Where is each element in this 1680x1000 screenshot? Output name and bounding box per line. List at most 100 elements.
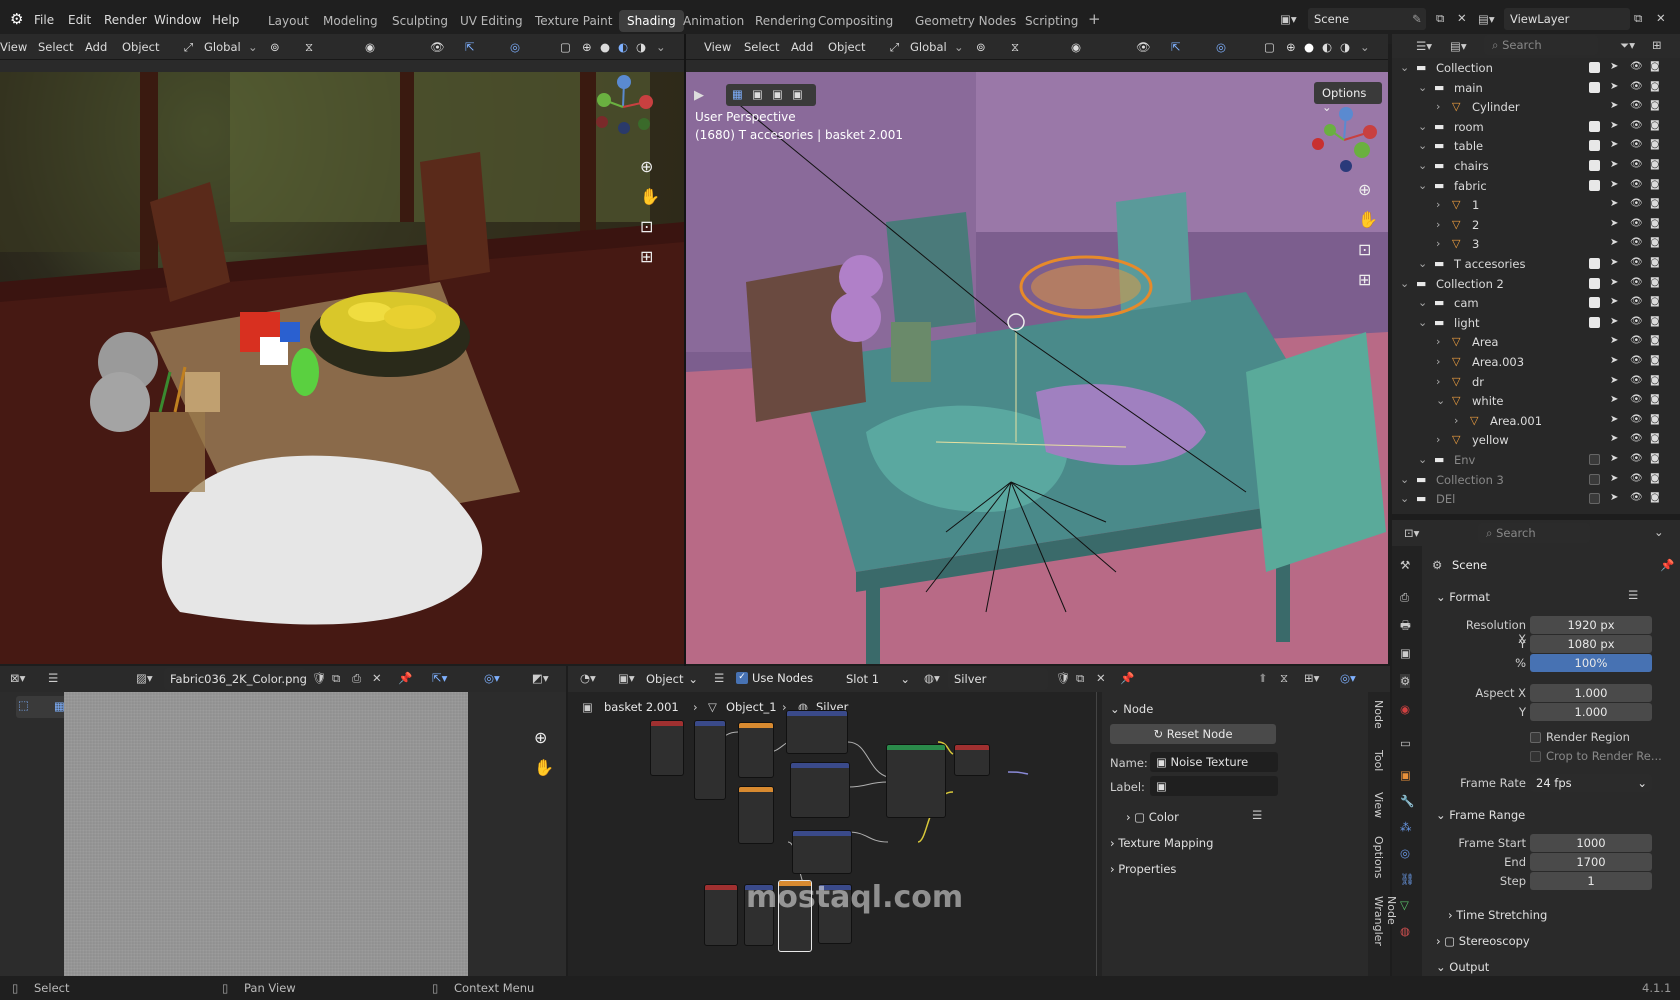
image-name-field[interactable]: Fabric036_2K_Color.png	[164, 668, 307, 690]
props-options-chevron-icon[interactable]: ⌄	[1654, 525, 1664, 539]
material-output-node[interactable]	[954, 744, 990, 776]
left-shading-chevron-icon[interactable]: ⌄	[656, 40, 666, 54]
tab-geometry-nodes[interactable]: Geometry Nodes	[915, 14, 1016, 28]
exclude-checkbox[interactable]	[1589, 179, 1600, 191]
left-pivot-icon[interactable]: ⊚	[270, 40, 280, 54]
new-layer-icon[interactable]: ⧉	[1634, 11, 1642, 26]
right-add-menu[interactable]: Add	[791, 40, 813, 54]
node-color-presets-icon[interactable]: ☰	[1252, 808, 1262, 822]
right-view-menu[interactable]: View	[704, 40, 731, 54]
frame-range-section[interactable]: ⌄ Frame Range	[1436, 808, 1525, 822]
color-ramp-node-1[interactable]	[786, 710, 848, 754]
sidebar-tab-node[interactable]: Node	[1372, 700, 1385, 729]
expand-chevron-icon[interactable]: ›	[1436, 100, 1440, 113]
render-toggle-icon[interactable]: ◙	[1650, 316, 1660, 327]
left-visibility-icon[interactable]: 👁	[430, 40, 445, 54]
visibility-icon[interactable]: 👁	[1630, 394, 1643, 405]
node-panel-header[interactable]: ⌄ Node	[1110, 702, 1153, 716]
render-toggle-icon[interactable]: ◙	[1650, 159, 1660, 170]
exclude-checkbox[interactable]	[1589, 297, 1600, 309]
props-search-input[interactable]: ⌕ Search	[1478, 523, 1590, 543]
use-nodes-checkbox[interactable]: ✓	[736, 672, 748, 684]
expand-chevron-icon[interactable]: ›	[1436, 375, 1440, 388]
physics-tab-icon[interactable]: ◎	[1400, 846, 1410, 860]
select-toggle-icon[interactable]: ➤	[1610, 394, 1618, 405]
left-xray-icon[interactable]: ▢	[560, 40, 571, 54]
right-visibility-icon[interactable]: 👁	[1136, 40, 1151, 54]
select-toggle-icon[interactable]: ➤	[1610, 198, 1618, 209]
outliner-row[interactable]: › ▽ dr ➤ 👁 ◙	[1392, 372, 1680, 392]
render-toggle-icon[interactable]: ◙	[1650, 120, 1660, 131]
left-snap-icon[interactable]: ⧖	[305, 40, 313, 55]
collection-tab-icon[interactable]: ▭	[1400, 736, 1411, 750]
select-toggle-icon[interactable]: ➤	[1610, 296, 1618, 307]
material-fake-user-icon[interactable]: 🛡	[1056, 671, 1071, 685]
select-toggle-icon[interactable]: ➤	[1610, 375, 1618, 386]
modifier-tab-icon[interactable]: 🔧	[1400, 794, 1414, 808]
right-gizmo-icon[interactable]: ⇱	[1171, 40, 1181, 54]
select-toggle-icon[interactable]: ➤	[1610, 81, 1618, 92]
selection-mode-group[interactable]: ▦ ▣ ▣ ▣	[726, 84, 816, 106]
image-cursor-tool-icon[interactable]: ⬚	[18, 698, 29, 712]
resolution-y-field[interactable]: 1080 px	[1530, 635, 1652, 653]
frame-rate-dropdown[interactable]: 24 fps ⌄	[1530, 774, 1652, 792]
left-orientation[interactable]: Global	[204, 40, 241, 54]
visibility-icon[interactable]: 👁	[1630, 316, 1643, 327]
visibility-icon[interactable]: 👁	[1630, 81, 1643, 92]
outliner-row[interactable]: › ▽ 2 ➤ 👁 ◙	[1392, 215, 1680, 235]
options-button[interactable]: Options ⌄	[1314, 82, 1382, 114]
left-select-menu[interactable]: Select	[38, 40, 73, 54]
select-toggle-icon[interactable]: ➤	[1610, 100, 1618, 111]
resolution-percent-field[interactable]: 100%	[1530, 654, 1652, 672]
tab-shading[interactable]: Shading	[619, 10, 684, 32]
left-gizmo-icon[interactable]: ⇱	[465, 40, 475, 54]
right-xray-icon[interactable]: ▢	[1264, 40, 1275, 54]
principled-bsdf-node[interactable]	[886, 744, 946, 818]
new-scene-icon[interactable]: ⧉	[1436, 11, 1444, 26]
frame-step-field[interactable]: 1	[1530, 872, 1652, 890]
select-toggle-icon[interactable]: ➤	[1610, 433, 1618, 444]
mapping-node[interactable]	[694, 720, 726, 800]
left-wireframe-icon[interactable]: ⊕	[582, 40, 592, 54]
material-browse-icon[interactable]: ◍▾	[924, 671, 940, 685]
visibility-icon[interactable]: 👁	[1630, 414, 1643, 425]
exclude-checkbox[interactable]	[1589, 316, 1600, 328]
outliner-row[interactable]: ⌄ ▬ cam ➤ 👁 ◙	[1392, 293, 1680, 313]
noise-texture-node-1[interactable]	[738, 722, 774, 778]
menu-edit[interactable]: Edit	[68, 13, 91, 27]
outliner-row[interactable]: ⌄ ▬ Collection ➤ 👁 ◙	[1392, 58, 1680, 78]
expand-chevron-icon[interactable]: ⌄	[1418, 257, 1427, 270]
visibility-icon[interactable]: 👁	[1630, 355, 1643, 366]
exclude-checkbox[interactable]	[1589, 473, 1600, 485]
outliner-display-mode-icon[interactable]: ▤▾	[1450, 39, 1467, 53]
tool-tab-icon[interactable]: ⚒	[1400, 558, 1410, 572]
visibility-icon[interactable]: 👁	[1630, 492, 1643, 503]
expand-chevron-icon[interactable]: ⌄	[1400, 61, 1409, 74]
aspect-x-field[interactable]: 1.000	[1530, 684, 1652, 702]
render-toggle-icon[interactable]: ◙	[1650, 218, 1660, 229]
render-toggle-icon[interactable]: ◙	[1650, 139, 1660, 150]
tab-compositing[interactable]: Compositing	[818, 14, 893, 28]
visibility-icon[interactable]: 👁	[1630, 375, 1643, 386]
visibility-icon[interactable]: 👁	[1630, 277, 1643, 288]
menu-help[interactable]: Help	[212, 13, 239, 27]
image-pin-icon[interactable]: 📌	[398, 671, 412, 685]
outliner-row[interactable]: ⌄ ▬ room ➤ 👁 ◙	[1392, 117, 1680, 137]
color-ramp-node-2[interactable]	[790, 762, 850, 818]
select-toggle-icon[interactable]: ➤	[1610, 159, 1618, 170]
render-toggle-icon[interactable]: ◙	[1650, 453, 1660, 464]
aspect-y-field[interactable]: 1.000	[1530, 703, 1652, 721]
image-gizmo-icon[interactable]: ⇱▾	[432, 671, 447, 685]
right-mode-icon[interactable]: ▶	[694, 88, 704, 103]
delete-layer-icon[interactable]: ✕	[1656, 11, 1666, 25]
stereoscopy-section[interactable]: › ▢ Stereoscopy	[1436, 934, 1530, 948]
render-toggle-icon[interactable]: ◙	[1650, 414, 1660, 425]
render-toggle-icon[interactable]: ◙	[1650, 375, 1660, 386]
image-pan-icon[interactable]: ✋	[534, 758, 554, 777]
exclude-checkbox[interactable]	[1589, 493, 1600, 505]
visibility-icon[interactable]: 👁	[1630, 433, 1643, 444]
select-toggle-icon[interactable]: ➤	[1610, 414, 1618, 425]
material-name-field[interactable]: Silver	[948, 668, 1048, 690]
select-toggle-icon[interactable]: ➤	[1610, 355, 1618, 366]
left-navigation-gizmo[interactable]	[588, 72, 658, 142]
